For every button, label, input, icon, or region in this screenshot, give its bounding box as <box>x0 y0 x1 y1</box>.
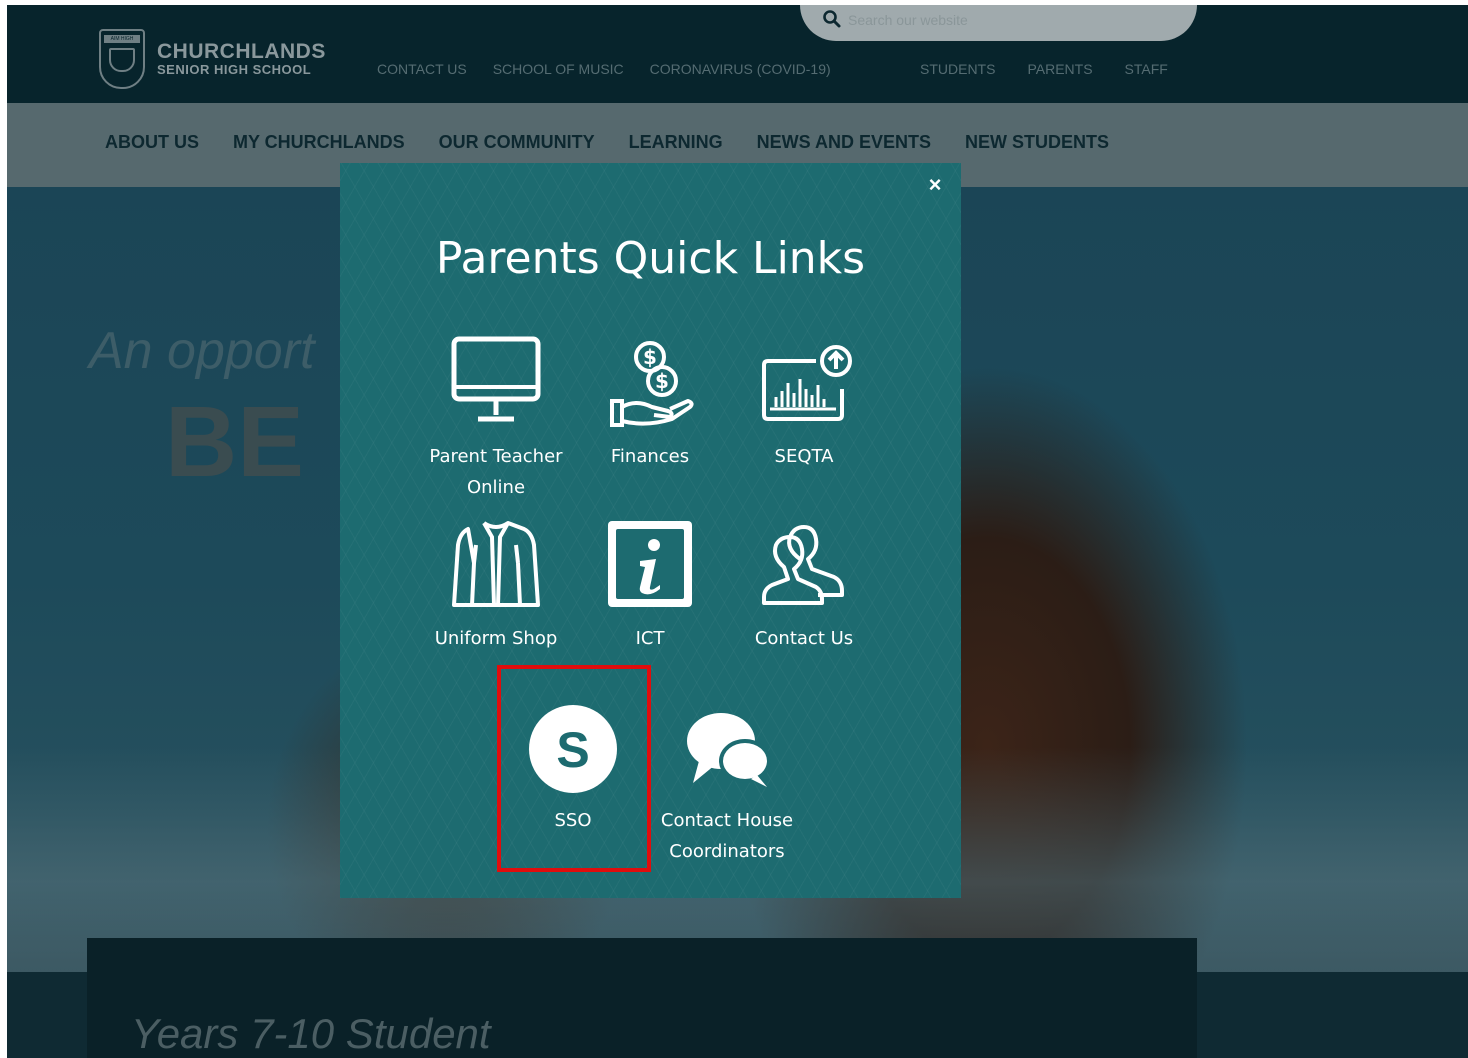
page: AIM HIGH CHURCHLANDS SENIOR HIGH SCHOOL … <box>7 5 1468 1058</box>
link-coronavirus[interactable]: CORONAVIRUS (COVID-19) <box>650 61 831 77</box>
svg-text:$: $ <box>643 345 657 369</box>
link-contact-us[interactable]: CONTACT US <box>377 61 467 77</box>
link-staff[interactable]: STAFF <box>1125 61 1168 77</box>
nav-news-and-events[interactable]: NEWS AND EVENTS <box>757 132 931 153</box>
hero-tagline: An opport <box>89 322 315 380</box>
link-school-of-music[interactable]: SCHOOL OF MUSIC <box>493 61 624 77</box>
nav-new-students[interactable]: NEW STUDENTS <box>965 132 1109 153</box>
seqta-chart-icon <box>762 345 852 421</box>
crest-motto: AIM HIGH <box>104 35 140 43</box>
nav-about-us[interactable]: ABOUT US <box>105 132 199 153</box>
modal-title: Parents Quick Links <box>435 233 866 284</box>
tile-finances[interactable]: $ $ Finances <box>575 335 725 472</box>
tile-label: Finances <box>610 446 690 467</box>
school-logo[interactable]: AIM HIGH CHURCHLANDS SENIOR HIGH SCHOOL <box>99 29 326 89</box>
top-header: AIM HIGH CHURCHLANDS SENIOR HIGH SCHOOL … <box>7 5 1468 103</box>
logo-name: CHURCHLANDS <box>157 40 326 63</box>
nav-my-churchlands[interactable]: MY CHURCHLANDS <box>233 132 405 153</box>
link-students[interactable]: STUDENTS <box>920 61 995 77</box>
search-icon[interactable] <box>822 9 842 29</box>
tile-seqta[interactable]: SEQTA <box>729 335 879 472</box>
logo-subtitle: SENIOR HIGH SCHOOL <box>157 62 312 77</box>
nav-our-community[interactable]: OUR COMMUNITY <box>439 132 595 153</box>
chat-bubbles-icon <box>687 713 771 787</box>
tile-contact-house-coordinators[interactable]: Contact House Coordinators <box>652 701 802 867</box>
tile-uniform-shop[interactable]: Uniform Shop <box>421 519 571 654</box>
monitor-icon <box>451 336 541 422</box>
tile-parent-teacher-online[interactable]: Parent Teacher Online <box>421 335 571 503</box>
jacket-icon <box>452 521 540 607</box>
search-input[interactable] <box>848 9 1148 31</box>
lower-panel: Years 7-10 Student <box>87 938 1197 1058</box>
nav-learning[interactable]: LEARNING <box>629 132 723 153</box>
finances-icon: $ $ <box>610 341 694 427</box>
tile-label: Contact House <box>660 810 794 831</box>
tile-contact-us[interactable]: Contact Us <box>729 519 879 654</box>
audience-links: STUDENTS PARENTS STAFF <box>920 61 1194 77</box>
tile-label: Parent Teacher <box>429 446 563 467</box>
tile-label: SEQTA <box>774 446 834 467</box>
svg-text:$: $ <box>655 369 669 393</box>
link-parents[interactable]: PARENTS <box>1027 61 1092 77</box>
tile-ict[interactable]: ICT <box>575 519 725 654</box>
close-icon[interactable]: × <box>925 174 945 196</box>
utility-links: CONTACT US SCHOOL OF MUSIC CORONAVIRUS (… <box>377 61 857 77</box>
tile-label-line2: Online <box>466 477 526 498</box>
tile-label: ICT <box>635 628 665 649</box>
people-icon <box>762 525 844 605</box>
crest-icon: AIM HIGH <box>99 29 145 89</box>
search-box <box>800 5 1197 41</box>
hero-heading: BE <box>165 386 304 498</box>
info-icon <box>608 521 692 607</box>
tile-label-line2: Coordinators <box>669 841 785 862</box>
lower-panel-title: Years 7-10 Student <box>131 1010 491 1057</box>
tile-label: Uniform Shop <box>434 628 558 649</box>
tile-label: Contact Us <box>754 628 854 649</box>
sso-highlight-box <box>497 665 651 872</box>
